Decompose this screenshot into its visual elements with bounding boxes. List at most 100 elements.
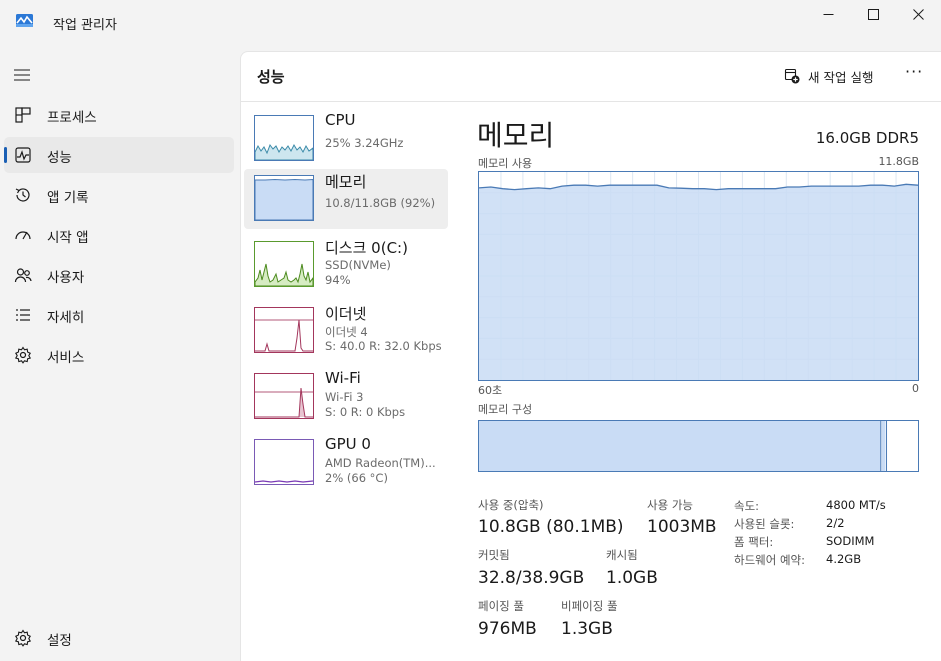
nav-item-startup[interactable]: 시작 앱 (4, 217, 234, 253)
nav-label-processes: 프로세스 (47, 110, 97, 126)
stat-cached-label: 캐시됨 (606, 548, 638, 562)
memory-usage-max: 11.8GB (878, 155, 919, 168)
nav-item-performance[interactable]: 성능 (4, 137, 234, 173)
device-item-ethernet[interactable]: 이더넷 이더넷 4 S: 40.0 R: 32.0 Kbps (244, 301, 448, 361)
selection-indicator (4, 147, 7, 163)
device-sub-gpu-usage: 2% (66 °C) (325, 471, 388, 485)
stat-available-value: 1003MB (647, 517, 717, 537)
device-item-cpu[interactable]: CPU 25% 3.24GHz (244, 109, 448, 169)
details-icon (16, 309, 30, 321)
device-item-disk[interactable]: 디스크 0(C:) SSD(NVMe) 94% (244, 235, 448, 295)
device-name-gpu: GPU 0 (325, 435, 371, 453)
stat-available-label: 사용 가능 (647, 498, 693, 512)
maximize-button[interactable] (850, 0, 896, 28)
startup-icon (15, 231, 31, 240)
title-bar: 작업 관리자 (0, 0, 941, 48)
stat-cached-value: 1.0GB (606, 568, 658, 588)
device-sub-wifi-adapter: Wi-Fi 3 (325, 390, 364, 404)
hamburger-icon (14, 69, 30, 81)
prop-form-factor-key: 폼 팩터: (734, 535, 774, 549)
close-icon (912, 8, 924, 20)
nav-label-users: 사용자 (47, 270, 85, 286)
hamburger-menu-button[interactable] (10, 64, 36, 86)
device-item-wifi[interactable]: Wi-Fi Wi-Fi 3 S: 0 R: 0 Kbps (244, 367, 448, 427)
prop-form-factor-value: SODIMM (826, 534, 875, 548)
gpu-sparkline (255, 480, 313, 483)
prop-hw-reserved-value: 4.2GB (826, 552, 862, 566)
memory-spec: 16.0GB DDR5 (815, 129, 919, 147)
nav-item-processes[interactable]: 프로세스 (4, 97, 234, 133)
processes-icon (15, 107, 31, 123)
gpu-thumbnail-graph (254, 439, 314, 485)
run-new-task-button[interactable]: 새 작업 실행 (784, 66, 873, 86)
prop-slots-key: 사용된 슬롯: (734, 517, 795, 531)
memory-sparkline (255, 178, 313, 220)
memory-usage-chart (479, 172, 918, 380)
page-header: 성능 새 작업 실행 ··· (241, 52, 941, 102)
more-options-button[interactable]: ··· (905, 62, 923, 81)
composition-modified-segment (881, 421, 886, 471)
time-axis-left: 60초 (478, 384, 503, 397)
cpu-thumbnail-graph (254, 115, 314, 161)
stat-in-use-label: 사용 중(압축) (478, 498, 544, 512)
device-name-ethernet: 이더넷 (325, 305, 367, 323)
performance-icon (15, 147, 31, 163)
stat-nonpaged-pool-label: 비페이징 풀 (561, 599, 618, 613)
run-task-icon (784, 68, 800, 84)
device-item-gpu[interactable]: GPU 0 AMD Radeon(TM)... 2% (66 °C) (244, 433, 448, 493)
minimize-icon (823, 13, 833, 15)
prop-speed-value: 4800 MT/s (826, 498, 886, 512)
detail-title: 메모리 (477, 119, 555, 152)
prop-speed-key: 속도: (734, 499, 760, 513)
device-item-memory[interactable]: 메모리 10.8/11.8GB (92%) (244, 169, 448, 229)
memory-composition-chart (479, 421, 888, 471)
device-name-memory: 메모리 (325, 173, 367, 191)
nav-label-settings: 설정 (47, 633, 72, 649)
minimize-button[interactable] (805, 0, 851, 28)
cpu-sparkline (255, 143, 313, 160)
device-sub-disk-type: SSD(NVMe) (325, 258, 391, 272)
run-new-task-label: 새 작업 실행 (808, 69, 874, 85)
memory-usage-graph (478, 171, 919, 381)
memory-usage-label: 메모리 사용 (478, 157, 533, 170)
stat-committed-label: 커밋됨 (478, 548, 510, 562)
time-axis-right: 0 (912, 382, 919, 395)
nav-label-details: 자세히 (47, 310, 85, 326)
prop-slots-value: 2/2 (826, 516, 845, 530)
nav-label-startup: 시작 앱 (47, 230, 89, 246)
page-title: 성능 (257, 68, 285, 86)
nav-label-performance: 성능 (47, 150, 72, 166)
nav-item-settings[interactable]: 설정 (4, 620, 234, 656)
device-sub-cpu: 25% 3.24GHz (325, 136, 404, 150)
device-name-disk: 디스크 0(C:) (325, 239, 408, 257)
app-history-icon (15, 188, 30, 202)
ethernet-sparkline (255, 319, 313, 352)
settings-gear-icon (14, 629, 32, 647)
stat-in-use-value: 10.8GB (80.1MB) (478, 517, 624, 537)
stat-nonpaged-pool-value: 1.3GB (561, 619, 613, 639)
stat-paged-pool-label: 페이징 풀 (478, 599, 524, 613)
wifi-thumbnail-graph (254, 373, 314, 419)
nav-item-users[interactable]: 사용자 (4, 257, 234, 293)
nav-item-details[interactable]: 자세히 (4, 297, 234, 333)
device-sub-disk-usage: 94% (325, 273, 351, 287)
wifi-sparkline (255, 387, 313, 418)
device-name-cpu: CPU (325, 111, 356, 129)
memory-composition-label: 메모리 구성 (478, 403, 533, 416)
nav-label-app-history: 앱 기록 (47, 190, 89, 206)
users-icon (14, 268, 32, 283)
memory-usage-area (479, 184, 918, 380)
ethernet-thumbnail-graph (254, 307, 314, 353)
device-name-wifi: Wi-Fi (325, 369, 361, 387)
nav-item-services[interactable]: 서비스 (4, 337, 234, 373)
close-button[interactable] (895, 0, 941, 28)
nav-item-app-history[interactable]: 앱 기록 (4, 177, 234, 213)
services-icon (14, 346, 32, 364)
device-sub-ethernet-adapter: 이더넷 4 (325, 325, 368, 339)
device-sub-wifi-rate: S: 0 R: 0 Kbps (325, 405, 406, 419)
task-manager-app-icon (16, 14, 33, 27)
stat-committed-value: 32.8/38.9GB (478, 568, 585, 588)
device-sub-gpu-model: AMD Radeon(TM)... (325, 456, 436, 470)
stat-paged-pool-value: 976MB (478, 619, 537, 639)
prop-hw-reserved-key: 하드웨어 예약: (734, 553, 806, 567)
